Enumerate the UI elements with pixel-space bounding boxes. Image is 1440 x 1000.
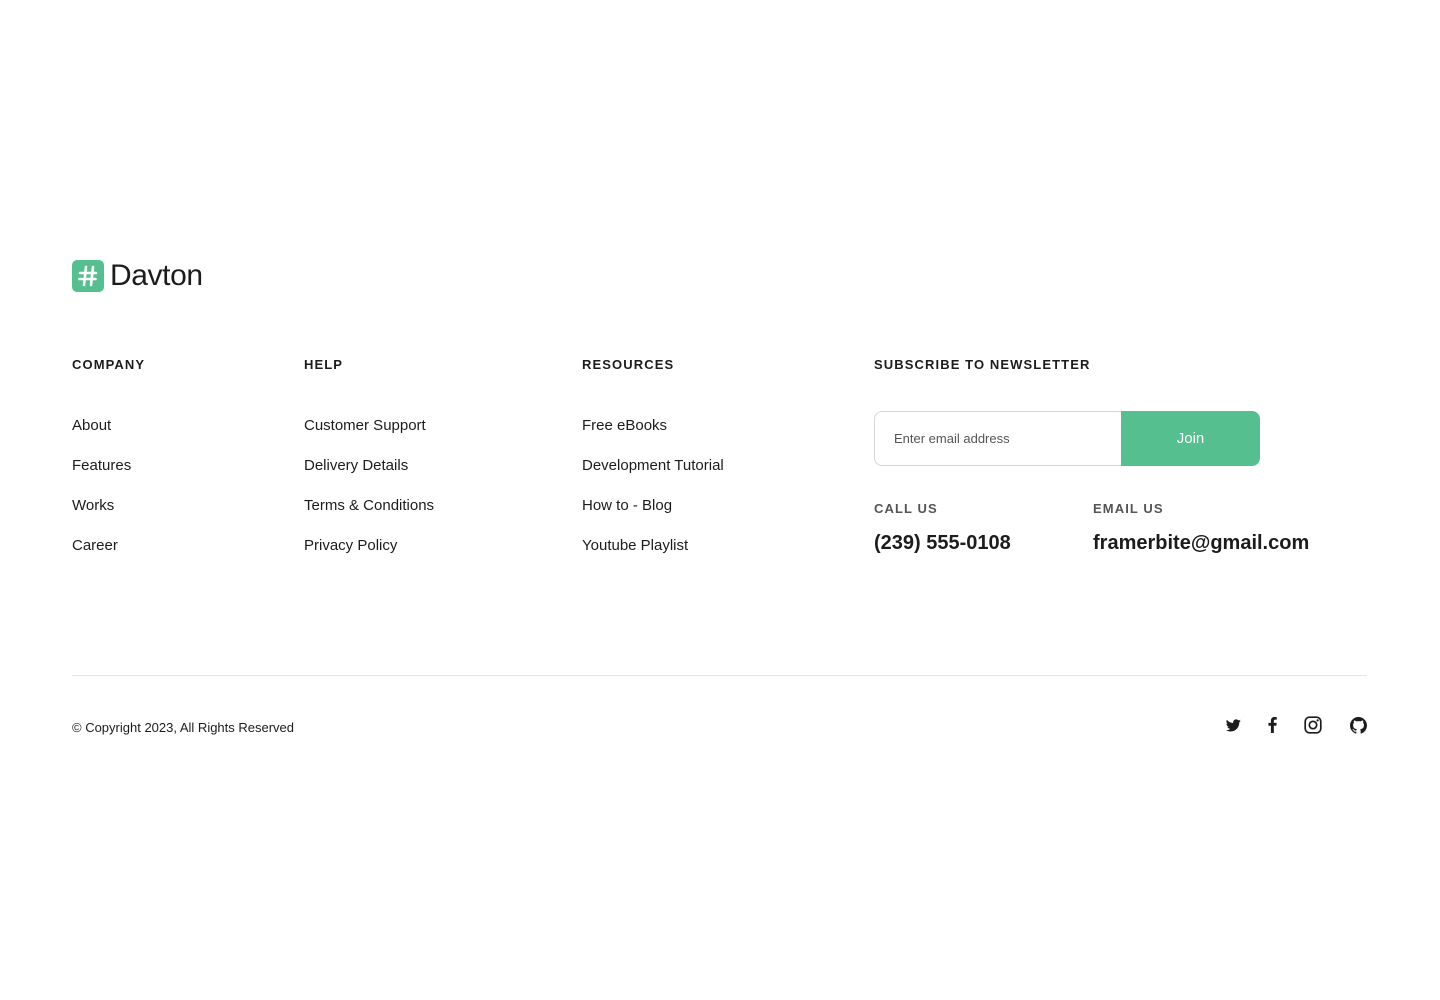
join-button[interactable]: Join [1121, 411, 1260, 466]
twitter-icon[interactable] [1223, 715, 1243, 735]
footer-link-about[interactable]: About [72, 417, 111, 434]
instagram-icon[interactable] [1303, 715, 1323, 735]
footer-column-company: COMPANY About Features Works Career [72, 356, 146, 554]
list-item: Development Tutorial [582, 456, 724, 496]
column-heading-help: HELP [304, 357, 344, 372]
footer-column-newsletter: SUBSCRIBE TO NEWSLETTER [874, 356, 1090, 374]
footer-link-development-tutorial[interactable]: Development Tutorial [582, 457, 724, 474]
footer-column-resources: RESOURCES Free eBooks Development Tutori… [582, 356, 724, 554]
list-item: Customer Support [304, 416, 434, 456]
footer-link-free-ebooks[interactable]: Free eBooks [582, 417, 667, 434]
footer-link-career[interactable]: Career [72, 537, 118, 554]
facebook-icon[interactable] [1262, 715, 1282, 735]
footer-divider [72, 675, 1367, 676]
list-item: Delivery Details [304, 456, 434, 496]
brand-logo[interactable]: Davton [72, 259, 203, 293]
footer-link-works[interactable]: Works [72, 497, 114, 514]
email-address-link[interactable]: framerbite@gmail.com [1093, 530, 1309, 556]
footer-link-privacy-policy[interactable]: Privacy Policy [304, 537, 397, 554]
list-item: Privacy Policy [304, 536, 434, 576]
list-item: Works [72, 496, 131, 536]
footer-link-features[interactable]: Features [72, 457, 131, 474]
column-heading-company: COMPANY [72, 357, 146, 372]
email-us-label: EMAIL US [1093, 501, 1164, 516]
list-item: Free eBooks [582, 416, 724, 456]
column-heading-newsletter: SUBSCRIBE TO NEWSLETTER [874, 357, 1091, 372]
footer-link-terms-conditions[interactable]: Terms & Conditions [304, 497, 434, 514]
footer-link-delivery-details[interactable]: Delivery Details [304, 457, 408, 474]
copyright-text: © Copyright 2023, All Rights Reserved [72, 720, 295, 735]
list-item: Features [72, 456, 131, 496]
list-item: How to - Blog [582, 496, 724, 536]
link-list-help: Customer Support Delivery Details Terms … [304, 416, 434, 576]
list-item: Youtube Playlist [582, 536, 724, 576]
call-us-label: CALL US [874, 501, 938, 516]
github-icon[interactable] [1348, 715, 1368, 735]
brand-name: Davton [110, 259, 203, 292]
list-item: About [72, 416, 131, 456]
newsletter-form: Join [874, 411, 1260, 466]
link-list-resources: Free eBooks Development Tutorial How to … [582, 416, 724, 576]
column-heading-resources: RESOURCES [582, 357, 675, 372]
footer-link-customer-support[interactable]: Customer Support [304, 417, 426, 434]
footer-link-youtube-playlist[interactable]: Youtube Playlist [582, 537, 688, 554]
hashtag-logo-icon [72, 260, 104, 292]
newsletter-email-input[interactable] [874, 411, 1121, 466]
list-item: Career [72, 536, 131, 576]
phone-number-link[interactable]: (239) 555-0108 [874, 530, 1011, 556]
footer-column-help: HELP Customer Support Delivery Details T… [304, 356, 434, 554]
link-list-company: About Features Works Career [72, 416, 131, 576]
list-item: Terms & Conditions [304, 496, 434, 536]
footer-link-how-to-blog[interactable]: How to - Blog [582, 497, 672, 514]
